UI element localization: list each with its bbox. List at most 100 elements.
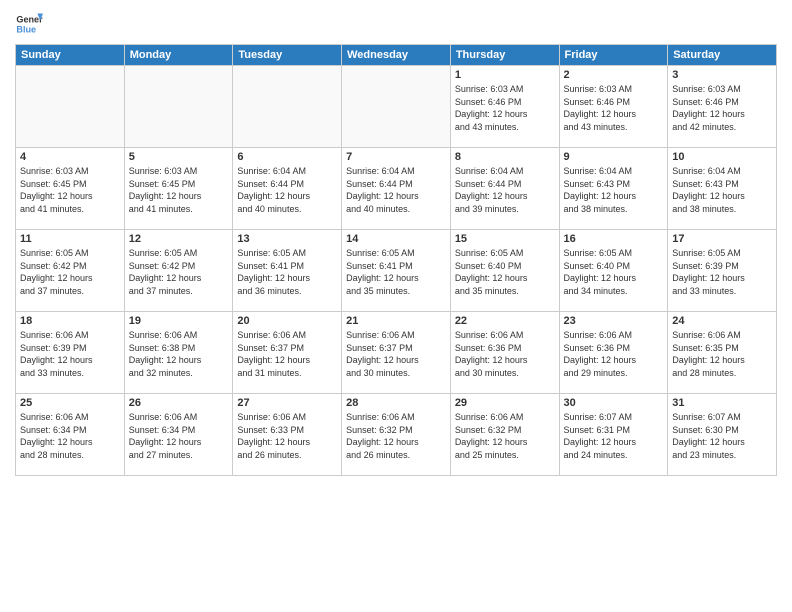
day-cell: 12Sunrise: 6:05 AM Sunset: 6:42 PM Dayli… xyxy=(124,230,233,312)
day-info: Sunrise: 6:06 AM Sunset: 6:33 PM Dayligh… xyxy=(237,411,337,461)
day-info: Sunrise: 6:05 AM Sunset: 6:42 PM Dayligh… xyxy=(20,247,120,297)
day-cell xyxy=(233,66,342,148)
day-info: Sunrise: 6:04 AM Sunset: 6:43 PM Dayligh… xyxy=(672,165,772,215)
day-cell: 14 Sunrise: 6:05 AM Sunset: 6:41 PM Dayli… xyxy=(342,230,451,312)
day-number: 26 xyxy=(129,397,229,409)
day-info: Sunrise: 6:07 AM Sunset: 6:30 PM Dayligh… xyxy=(672,411,772,461)
week-row-3: 11 Sunrise: 6:05 AM Sunset: 6:42 PM Dayli… xyxy=(16,230,777,312)
day-cell xyxy=(342,66,451,148)
day-info: Sunrise: 6:06 AM Sunset: 6:34 PM Dayligh… xyxy=(20,411,120,461)
day-cell: 16Sunrise: 6:05 AM Sunset: 6:40 PM Dayli… xyxy=(559,230,668,312)
col-header-monday: Monday xyxy=(124,45,233,66)
day-number: 23 xyxy=(564,315,664,327)
day-cell: 19 Sunrise: 6:06 AM Sunset: 6:38 PM Dayli… xyxy=(124,312,233,394)
day-number: 27 xyxy=(237,397,337,409)
day-number: 6 xyxy=(237,151,337,163)
col-header-thursday: Thursday xyxy=(450,45,559,66)
day-cell: 24 Sunrise: 6:06 AM Sunset: 6:35 PM Dayli… xyxy=(668,312,777,394)
day-number: 8 xyxy=(455,151,555,163)
day-number: 17 xyxy=(672,233,772,245)
day-cell: 15 Sunrise: 6:05 AM Sunset: 6:40 PM Dayli… xyxy=(450,230,559,312)
day-info: Sunrise: 6:03 AM Sunset: 6:46 PM Dayligh… xyxy=(672,83,772,133)
day-number: 5 xyxy=(129,151,229,163)
day-number: 2 xyxy=(564,69,664,81)
day-number: 20 xyxy=(237,315,337,327)
day-cell: 6 Sunrise: 6:04 AM Sunset: 6:44 PM Daylig… xyxy=(233,148,342,230)
day-number: 19 xyxy=(129,315,229,327)
day-cell: 26 Sunrise: 6:06 AM Sunset: 6:34 PM Dayli… xyxy=(124,394,233,476)
day-info: Sunrise: 6:05 AM Sunset: 6:40 PM Dayligh… xyxy=(564,247,664,297)
day-cell xyxy=(16,66,125,148)
logo: General Blue xyxy=(15,10,43,38)
day-number: 15 xyxy=(455,233,555,245)
day-cell: 25 Sunrise: 6:06 AM Sunset: 6:34 PM Dayli… xyxy=(16,394,125,476)
day-cell: 2 Sunrise: 6:03 AM Sunset: 6:46 PM Daylig… xyxy=(559,66,668,148)
day-number: 13 xyxy=(237,233,337,245)
day-cell: 29 Sunrise: 6:06 AM Sunset: 6:32 PM Dayli… xyxy=(450,394,559,476)
day-number: 22 xyxy=(455,315,555,327)
week-row-5: 25 Sunrise: 6:06 AM Sunset: 6:34 PM Dayli… xyxy=(16,394,777,476)
day-info: Sunrise: 6:06 AM Sunset: 6:35 PM Dayligh… xyxy=(672,329,772,379)
day-info: Sunrise: 6:05 AM Sunset: 6:41 PM Dayligh… xyxy=(237,247,337,297)
week-row-1: 1 Sunrise: 6:03 AM Sunset: 6:46 PM Daylig… xyxy=(16,66,777,148)
day-number: 12 xyxy=(129,233,229,245)
day-info: Sunrise: 6:06 AM Sunset: 6:36 PM Dayligh… xyxy=(564,329,664,379)
day-info: Sunrise: 6:04 AM Sunset: 6:44 PM Dayligh… xyxy=(237,165,337,215)
day-number: 1 xyxy=(455,69,555,81)
logo-icon: General Blue xyxy=(15,10,43,38)
day-info: Sunrise: 6:06 AM Sunset: 6:39 PM Dayligh… xyxy=(20,329,120,379)
day-cell: 21Sunrise: 6:06 AM Sunset: 6:37 PM Dayli… xyxy=(342,312,451,394)
day-info: Sunrise: 6:04 AM Sunset: 6:44 PM Dayligh… xyxy=(455,165,555,215)
day-info: Sunrise: 6:03 AM Sunset: 6:45 PM Dayligh… xyxy=(129,165,229,215)
day-cell: 3 Sunrise: 6:03 AM Sunset: 6:46 PM Daylig… xyxy=(668,66,777,148)
svg-text:Blue: Blue xyxy=(16,24,36,34)
col-header-wednesday: Wednesday xyxy=(342,45,451,66)
day-number: 31 xyxy=(672,397,772,409)
day-info: Sunrise: 6:06 AM Sunset: 6:37 PM Dayligh… xyxy=(237,329,337,379)
header-row: SundayMondayTuesdayWednesdayThursdayFrid… xyxy=(16,45,777,66)
day-cell: 20 Sunrise: 6:06 AM Sunset: 6:37 PM Dayli… xyxy=(233,312,342,394)
day-number: 9 xyxy=(564,151,664,163)
day-cell: 11 Sunrise: 6:05 AM Sunset: 6:42 PM Dayli… xyxy=(16,230,125,312)
col-header-saturday: Saturday xyxy=(668,45,777,66)
day-cell: 13 Sunrise: 6:05 AM Sunset: 6:41 PM Dayli… xyxy=(233,230,342,312)
col-header-tuesday: Tuesday xyxy=(233,45,342,66)
header: General Blue xyxy=(15,10,777,38)
day-number: 18 xyxy=(20,315,120,327)
day-number: 11 xyxy=(20,233,120,245)
day-number: 4 xyxy=(20,151,120,163)
day-cell: 1Sunrise: 6:03 AM Sunset: 6:46 PM Daylig… xyxy=(450,66,559,148)
day-info: Sunrise: 6:03 AM Sunset: 6:46 PM Dayligh… xyxy=(564,83,664,133)
day-info: Sunrise: 6:06 AM Sunset: 6:32 PM Dayligh… xyxy=(346,411,446,461)
day-number: 30 xyxy=(564,397,664,409)
day-cell: 8 Sunrise: 6:04 AM Sunset: 6:44 PM Daylig… xyxy=(450,148,559,230)
day-info: Sunrise: 6:06 AM Sunset: 6:34 PM Dayligh… xyxy=(129,411,229,461)
day-info: Sunrise: 6:06 AM Sunset: 6:37 PM Dayligh… xyxy=(346,329,446,379)
day-number: 25 xyxy=(20,397,120,409)
day-cell: 22Sunrise: 6:06 AM Sunset: 6:36 PM Dayli… xyxy=(450,312,559,394)
day-info: Sunrise: 6:07 AM Sunset: 6:31 PM Dayligh… xyxy=(564,411,664,461)
day-number: 10 xyxy=(672,151,772,163)
day-number: 7 xyxy=(346,151,446,163)
day-info: Sunrise: 6:06 AM Sunset: 6:32 PM Dayligh… xyxy=(455,411,555,461)
day-info: Sunrise: 6:05 AM Sunset: 6:40 PM Dayligh… xyxy=(455,247,555,297)
day-info: Sunrise: 6:05 AM Sunset: 6:39 PM Dayligh… xyxy=(672,247,772,297)
day-number: 14 xyxy=(346,233,446,245)
week-row-4: 18 Sunrise: 6:06 AM Sunset: 6:39 PM Dayli… xyxy=(16,312,777,394)
day-number: 28 xyxy=(346,397,446,409)
day-number: 29 xyxy=(455,397,555,409)
day-cell xyxy=(124,66,233,148)
day-info: Sunrise: 6:03 AM Sunset: 6:45 PM Dayligh… xyxy=(20,165,120,215)
day-cell: 9 Sunrise: 6:04 AM Sunset: 6:43 PM Daylig… xyxy=(559,148,668,230)
day-number: 3 xyxy=(672,69,772,81)
calendar-table: SundayMondayTuesdayWednesdayThursdayFrid… xyxy=(15,44,777,476)
day-cell: 31 Sunrise: 6:07 AM Sunset: 6:30 PM Dayli… xyxy=(668,394,777,476)
day-info: Sunrise: 6:04 AM Sunset: 6:44 PM Dayligh… xyxy=(346,165,446,215)
day-cell: 18 Sunrise: 6:06 AM Sunset: 6:39 PM Dayli… xyxy=(16,312,125,394)
page: General Blue SundayMondayTuesdayWednesda… xyxy=(0,0,792,612)
day-info: Sunrise: 6:04 AM Sunset: 6:43 PM Dayligh… xyxy=(564,165,664,215)
day-number: 24 xyxy=(672,315,772,327)
day-cell: 27 Sunrise: 6:06 AM Sunset: 6:33 PM Dayli… xyxy=(233,394,342,476)
day-info: Sunrise: 6:06 AM Sunset: 6:38 PM Dayligh… xyxy=(129,329,229,379)
day-info: Sunrise: 6:05 AM Sunset: 6:41 PM Dayligh… xyxy=(346,247,446,297)
